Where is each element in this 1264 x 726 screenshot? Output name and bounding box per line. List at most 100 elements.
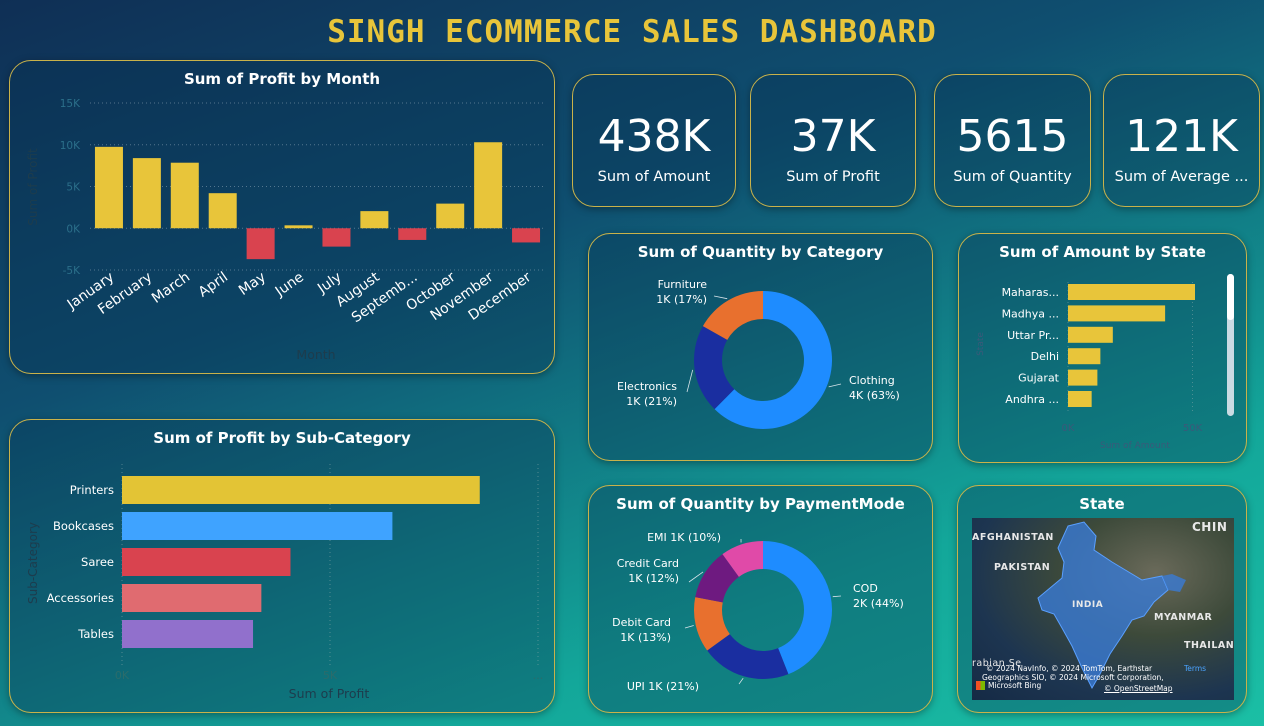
slice-name: Credit Card — [617, 557, 679, 570]
kpi-quantity-card[interactable]: 5615 Sum of Quantity — [934, 74, 1091, 207]
y-tick-label: Gujarat — [1018, 372, 1060, 385]
map-label-myanmar: MYANMAR — [1154, 612, 1213, 623]
map-label-pakistan: PAKISTAN — [994, 562, 1051, 573]
bar — [132, 158, 161, 229]
bar — [474, 142, 503, 229]
state-map-card[interactable]: State AFGHANISTAN PAKISTAN CHIN INDIA MY… — [957, 485, 1247, 713]
leader-line — [828, 383, 842, 388]
amount-by-state-card[interactable]: Sum of Amount by State Maharas... Madhya … — [958, 233, 1247, 463]
profit-by-month-chart: -5K0K5K10K15KJanuaryFebruaryMarch April Ma… — [26, 98, 545, 362]
x-tick-label: 0K — [115, 669, 130, 682]
slice-name: COD — [853, 582, 878, 595]
map-title: State — [1079, 495, 1125, 513]
bar — [284, 225, 313, 229]
bing-logo-icon — [976, 681, 985, 690]
map-label-china: CHIN — [1192, 520, 1228, 534]
leader-line — [713, 295, 728, 300]
map-credit-3[interactable]: © OpenStreetMap — [1104, 684, 1173, 693]
map-credit-1: © 2024 NavInfo, © 2024 TomTom, Earthstar — [986, 664, 1153, 673]
x-tick-label: March — [149, 269, 193, 307]
bar — [1068, 305, 1166, 322]
y-tick-label: Delhi — [1031, 350, 1059, 363]
map-label-thailand: THAILAN — [1184, 640, 1234, 651]
chart-title: Sum of Profit by Sub-Category — [153, 429, 411, 447]
x-tick-label: 0K — [1062, 423, 1075, 434]
bar — [246, 228, 275, 260]
map-brand: Microsoft Bing — [988, 681, 1042, 690]
slice-name: Clothing — [849, 374, 895, 387]
bar — [1068, 369, 1098, 386]
map-terms-link[interactable]: Terms — [1184, 664, 1206, 673]
slice-value: 1K (13%) — [620, 631, 671, 644]
x-tick-label: 5K — [323, 669, 338, 682]
slice-value: 1K (12%) — [628, 572, 679, 585]
quantity-by-paymentmode-chart: COD 2K (44%) UPI 1K (21%) Debit Card 1K (13%… — [612, 531, 904, 693]
slice-name: Furniture — [658, 278, 708, 291]
kpi-profit-card[interactable]: 37K Sum of Profit — [750, 74, 916, 207]
chart-title: Sum of Quantity by PaymentMode — [616, 495, 905, 513]
bar — [122, 584, 262, 612]
quantity-by-category-chart: Clothing 4K (63%) Electronics 1K (21%) Furni… — [617, 278, 900, 429]
slice-value: 1K (21%) — [626, 395, 677, 408]
bar — [1068, 284, 1195, 300]
y-tick-label: Bookcases — [53, 519, 114, 533]
slice-name: Electronics — [617, 380, 677, 393]
slice-value: 2K (44%) — [853, 597, 904, 610]
kpi-label: Sum of Amount — [597, 169, 711, 185]
kpi-label: Sum of Profit — [786, 169, 880, 185]
y-axis-title: Sub-Category — [26, 522, 40, 604]
leader-line — [684, 625, 694, 629]
profit-by-subcategory-card[interactable]: Sum of Profit by Sub-Category Printers Bo… — [9, 419, 555, 713]
y-tick-label: 5K — [66, 182, 81, 194]
bar — [122, 548, 291, 576]
scrollbar-thumb[interactable] — [1227, 274, 1234, 320]
x-tick-label: April — [196, 269, 231, 300]
y-tick-label: Accessories — [47, 591, 114, 605]
y-tick-label: Uttar Pr... — [1007, 329, 1059, 342]
y-tick-label: Madhya ... — [1002, 307, 1059, 320]
map-area[interactable]: AFGHANISTAN PAKISTAN CHIN INDIA MYANMAR … — [972, 518, 1234, 700]
x-tick-label: 50K — [1183, 423, 1203, 434]
bar — [360, 211, 389, 229]
x-tick-more: ... — [533, 669, 544, 682]
bar — [170, 162, 199, 229]
kpi-label: Sum of Average ... — [1114, 169, 1249, 185]
bar — [1068, 326, 1113, 343]
y-tick-label: 0K — [66, 223, 81, 235]
y-tick-label: Tables — [77, 627, 114, 641]
kpi-average-card[interactable]: 121K Sum of Average ... — [1103, 74, 1260, 207]
map-label-afghanistan: AFGHANISTAN — [972, 532, 1054, 543]
x-axis-title: Sum of Profit — [289, 686, 370, 701]
slice-name: Debit Card — [612, 616, 671, 629]
dashboard-title: SINGH ECOMMERCE SALES DASHBOARD — [327, 14, 937, 50]
y-tick-label: Printers — [70, 483, 114, 497]
bar — [512, 228, 541, 243]
kpi-value: 5615 — [956, 111, 1069, 162]
x-tick-label: May — [236, 269, 269, 299]
slice-value: 1K (17%) — [656, 293, 707, 306]
bar — [122, 620, 254, 648]
bar — [208, 193, 237, 229]
bar — [122, 512, 393, 540]
bar — [436, 203, 465, 229]
y-tick-label: Saree — [81, 555, 114, 569]
quantity-by-category-card[interactable]: Sum of Quantity by Category Clothing 4K (… — [588, 233, 933, 461]
slice-label: UPI 1K (21%) — [627, 680, 699, 693]
chart-title: Sum of Amount by State — [999, 243, 1206, 261]
bar — [1068, 391, 1092, 407]
bar — [94, 146, 123, 229]
leader-line — [686, 369, 694, 393]
kpi-amount-card[interactable]: 438K Sum of Amount — [572, 74, 736, 207]
y-tick-label: -5K — [63, 265, 81, 277]
y-tick-label: Andhra ... — [1005, 393, 1059, 406]
kpi-value: 438K — [597, 111, 711, 162]
profit-by-subcategory-chart: Printers Bookcases Saree Accessories Tables 0… — [26, 464, 544, 701]
quantity-by-paymentmode-card[interactable]: Sum of Quantity by PaymentMode COD 2K (44… — [588, 485, 933, 713]
map-label-india: INDIA — [1072, 600, 1104, 610]
bar — [322, 228, 351, 247]
bar — [1068, 348, 1101, 365]
y-tick-label: 10K — [60, 140, 81, 152]
x-axis-title: Month — [296, 347, 335, 362]
profit-by-month-card[interactable]: Sum of Profit by Month -5K 0K 5K 10K 15K Janu… — [9, 60, 555, 374]
leader-line — [832, 595, 842, 598]
